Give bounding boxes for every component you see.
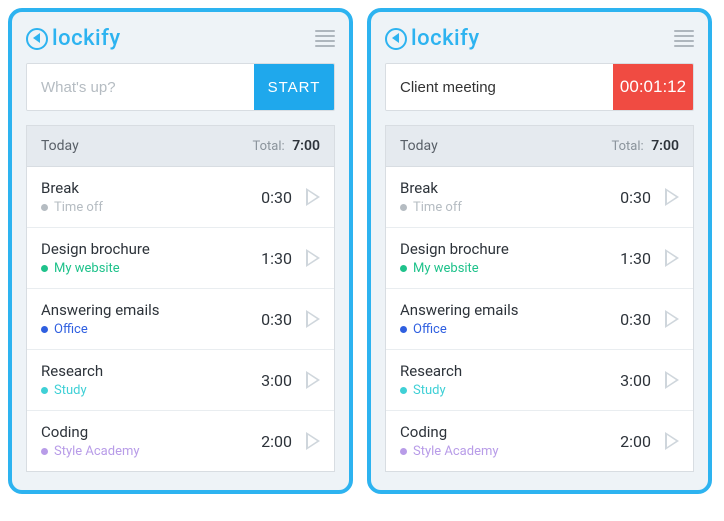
time-entry[interactable]: Answering emails Office 0:30 xyxy=(27,288,334,349)
entry-title: Answering emails xyxy=(400,301,519,319)
stop-button[interactable]: 00:01:12 xyxy=(613,64,693,110)
entry-title: Research xyxy=(400,362,462,380)
time-entry[interactable]: Research Study 3:00 xyxy=(386,349,693,410)
project-name: My website xyxy=(54,261,120,276)
entries-list-a: Break Time off 0:30 Design brochure My websi… xyxy=(26,167,335,472)
panel-header: lockify xyxy=(385,26,694,51)
project-name: Time off xyxy=(413,200,462,215)
entry-project: Study xyxy=(400,383,462,398)
play-icon[interactable] xyxy=(306,310,320,328)
project-name: Office xyxy=(54,322,88,337)
project-dot-icon xyxy=(41,387,48,394)
time-entry[interactable]: Coding Style Academy 2:00 xyxy=(27,410,334,471)
app-logo: lockify xyxy=(26,26,121,51)
time-entry[interactable]: Break Time off 0:30 xyxy=(27,167,334,227)
entry-duration: 1:30 xyxy=(620,249,651,268)
entry-project: My website xyxy=(400,261,509,276)
task-input[interactable] xyxy=(386,64,613,110)
tracker-panel-running: lockify 00:01:12 Today Total: 7:00 Break… xyxy=(367,8,712,494)
time-entry[interactable]: Answering emails Office 0:30 xyxy=(386,288,693,349)
play-icon[interactable] xyxy=(665,310,679,328)
project-name: Style Academy xyxy=(413,444,499,459)
entry-duration: 3:00 xyxy=(261,371,292,390)
play-icon[interactable] xyxy=(306,249,320,267)
play-icon[interactable] xyxy=(665,371,679,389)
project-name: Time off xyxy=(54,200,103,215)
total-value: 7:00 xyxy=(292,138,320,154)
total-label: Total: xyxy=(253,139,285,154)
clock-icon xyxy=(26,28,48,50)
project-dot-icon xyxy=(41,204,48,211)
time-entry[interactable]: Design brochure My website 1:30 xyxy=(27,227,334,288)
project-name: Study xyxy=(413,383,446,398)
project-dot-icon xyxy=(400,204,407,211)
entry-title: Break xyxy=(41,179,103,197)
day-label: Today xyxy=(41,138,79,154)
entry-duration: 0:30 xyxy=(620,310,651,329)
task-input[interactable] xyxy=(27,64,254,110)
play-icon[interactable] xyxy=(665,432,679,450)
project-name: Office xyxy=(413,322,447,337)
time-entry[interactable]: Research Study 3:00 xyxy=(27,349,334,410)
time-entry[interactable]: Break Time off 0:30 xyxy=(386,167,693,227)
entry-project: Study xyxy=(41,383,103,398)
tracker-panel-idle: lockify START Today Total: 7:00 Break Tim… xyxy=(8,8,353,494)
entry-duration: 2:00 xyxy=(620,432,651,451)
project-name: Style Academy xyxy=(54,444,140,459)
play-icon[interactable] xyxy=(306,188,320,206)
start-button[interactable]: START xyxy=(254,64,334,110)
entry-duration: 2:00 xyxy=(261,432,292,451)
project-name: Study xyxy=(54,383,87,398)
brand-name: lockify xyxy=(52,26,121,51)
total-value: 7:00 xyxy=(651,138,679,154)
entry-duration: 3:00 xyxy=(620,371,651,390)
entry-project: Time off xyxy=(400,200,462,215)
app-logo: lockify xyxy=(385,26,480,51)
entry-title: Design brochure xyxy=(41,240,150,258)
timer-input-row: 00:01:12 xyxy=(385,63,694,111)
day-summary: Today Total: 7:00 xyxy=(385,125,694,167)
time-entry[interactable]: Design brochure My website 1:30 xyxy=(386,227,693,288)
day-label: Today xyxy=(400,138,438,154)
play-icon[interactable] xyxy=(665,249,679,267)
project-dot-icon xyxy=(400,387,407,394)
project-dot-icon xyxy=(41,448,48,455)
menu-icon[interactable] xyxy=(315,30,335,47)
entries-list-b: Break Time off 0:30 Design brochure My websi… xyxy=(385,167,694,472)
day-summary: Today Total: 7:00 xyxy=(26,125,335,167)
entry-project: Office xyxy=(41,322,160,337)
entry-duration: 1:30 xyxy=(261,249,292,268)
play-icon[interactable] xyxy=(665,188,679,206)
entry-project: Style Academy xyxy=(41,444,140,459)
project-dot-icon xyxy=(400,448,407,455)
clock-icon xyxy=(385,28,407,50)
project-name: My website xyxy=(413,261,479,276)
entry-project: Office xyxy=(400,322,519,337)
entry-project: Style Academy xyxy=(400,444,499,459)
entry-title: Coding xyxy=(400,423,499,441)
entry-title: Coding xyxy=(41,423,140,441)
entry-duration: 0:30 xyxy=(620,188,651,207)
project-dot-icon xyxy=(41,265,48,272)
panel-header: lockify xyxy=(26,26,335,51)
entry-title: Research xyxy=(41,362,103,380)
entry-duration: 0:30 xyxy=(261,310,292,329)
project-dot-icon xyxy=(41,326,48,333)
menu-icon[interactable] xyxy=(674,30,694,47)
entry-title: Answering emails xyxy=(41,301,160,319)
play-icon[interactable] xyxy=(306,432,320,450)
entry-duration: 0:30 xyxy=(261,188,292,207)
project-dot-icon xyxy=(400,265,407,272)
timer-input-row: START xyxy=(26,63,335,111)
total-label: Total: xyxy=(612,139,644,154)
entry-title: Break xyxy=(400,179,462,197)
entry-project: My website xyxy=(41,261,150,276)
play-icon[interactable] xyxy=(306,371,320,389)
time-entry[interactable]: Coding Style Academy 2:00 xyxy=(386,410,693,471)
entry-title: Design brochure xyxy=(400,240,509,258)
project-dot-icon xyxy=(400,326,407,333)
brand-name: lockify xyxy=(411,26,480,51)
entry-project: Time off xyxy=(41,200,103,215)
